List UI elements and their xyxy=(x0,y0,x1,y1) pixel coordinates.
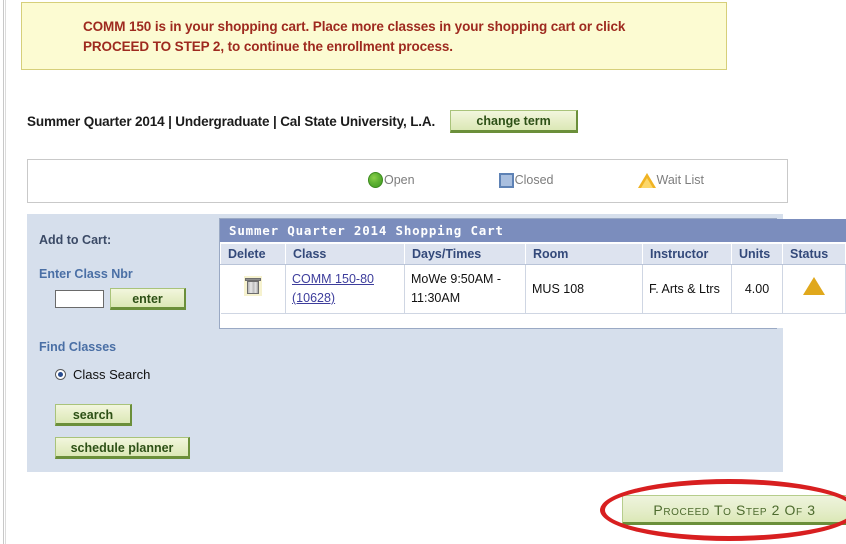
trash-icon[interactable] xyxy=(243,276,262,296)
change-term-button[interactable]: change term xyxy=(450,110,579,133)
legend-label-closed: Closed xyxy=(514,173,554,187)
column-header-status: Status xyxy=(782,243,846,265)
add-to-cart-panel: Add to Cart: Enter Class Nbr enter Find … xyxy=(27,214,219,472)
enter-class-nbr-link[interactable]: Enter Class Nbr xyxy=(39,267,133,281)
cell-class: COMM 150-80 (10628) xyxy=(285,264,405,314)
orange-triangle-icon xyxy=(803,277,825,295)
legend-items: Open Closed Wait List xyxy=(368,172,704,188)
legend-label-waitlist: Wait List xyxy=(656,173,704,187)
shopping-cart-table-container: Summer Quarter 2014 Shopping Cart Delete… xyxy=(219,218,846,329)
shopping-cart-caption: Summer Quarter 2014 Shopping Cart xyxy=(220,219,846,243)
legend-item-waitlist: Wait List xyxy=(637,172,704,188)
class-search-label: Class Search xyxy=(73,367,151,382)
green-circle-icon xyxy=(368,172,383,188)
table-filler-row xyxy=(220,313,846,328)
legend-label-open: Open xyxy=(384,173,415,187)
cart-confirmation-alert: COMM 150 is in your shopping cart. Place… xyxy=(21,2,727,70)
cell-delete[interactable] xyxy=(220,264,286,314)
column-header-class: Class xyxy=(285,243,405,265)
class-nbr-link[interactable]: (10628) xyxy=(292,289,398,308)
page-left-rule xyxy=(3,0,4,544)
table-row: COMM 150-80 (10628) MoWe 9:50AM - 11:30A… xyxy=(220,264,846,314)
orange-triangle-icon xyxy=(637,172,656,188)
legend-item-open: Open xyxy=(368,172,415,188)
class-search-radio[interactable] xyxy=(55,369,66,380)
shopping-cart-table: Summer Quarter 2014 Shopping Cart Delete… xyxy=(220,219,846,328)
cell-units: 4.00 xyxy=(731,264,783,314)
column-header-units: Units xyxy=(731,243,783,265)
find-classes-link[interactable]: Find Classes xyxy=(39,340,116,354)
schedule-planner-button[interactable]: schedule planner xyxy=(55,437,190,459)
term-label: Summer Quarter 2014 | Undergraduate | Ca… xyxy=(27,114,436,129)
cell-days-times: MoWe 9:50AM - 11:30AM xyxy=(404,264,526,314)
column-header-delete: Delete xyxy=(220,243,286,265)
cell-status xyxy=(782,264,846,314)
class-nbr-input[interactable] xyxy=(55,290,104,308)
alert-message-text: COMM 150 is in your shopping cart. Place… xyxy=(83,19,626,54)
term-header: Summer Quarter 2014 | Undergraduate | Ca… xyxy=(27,110,579,133)
blue-square-icon xyxy=(498,172,514,188)
search-button[interactable]: search xyxy=(55,404,132,426)
enter-button[interactable]: enter xyxy=(110,288,186,310)
status-legend-bar: Open Closed Wait List xyxy=(27,159,788,203)
legend-item-closed: Closed xyxy=(498,172,554,188)
table-header-row: Delete Class Days/Times Room Instructor … xyxy=(220,243,846,265)
cell-instructor: F. Arts & Ltrs xyxy=(642,264,732,314)
enrollment-main-panel: Add to Cart: Enter Class Nbr enter Find … xyxy=(27,214,846,472)
column-header-room: Room xyxy=(525,243,643,265)
cell-room: MUS 108 xyxy=(525,264,643,314)
table-filler-cell xyxy=(220,313,846,328)
proceed-to-step-2-button[interactable]: Proceed To Step 2 Of 3 xyxy=(622,495,846,525)
page-left-rule-secondary xyxy=(5,0,6,544)
column-header-instructor: Instructor xyxy=(642,243,732,265)
column-header-days-times: Days/Times xyxy=(404,243,526,265)
class-name-link[interactable]: COMM 150-80 xyxy=(292,270,398,289)
add-to-cart-heading: Add to Cart: xyxy=(39,233,112,247)
class-search-radio-row[interactable]: Class Search xyxy=(55,367,150,382)
